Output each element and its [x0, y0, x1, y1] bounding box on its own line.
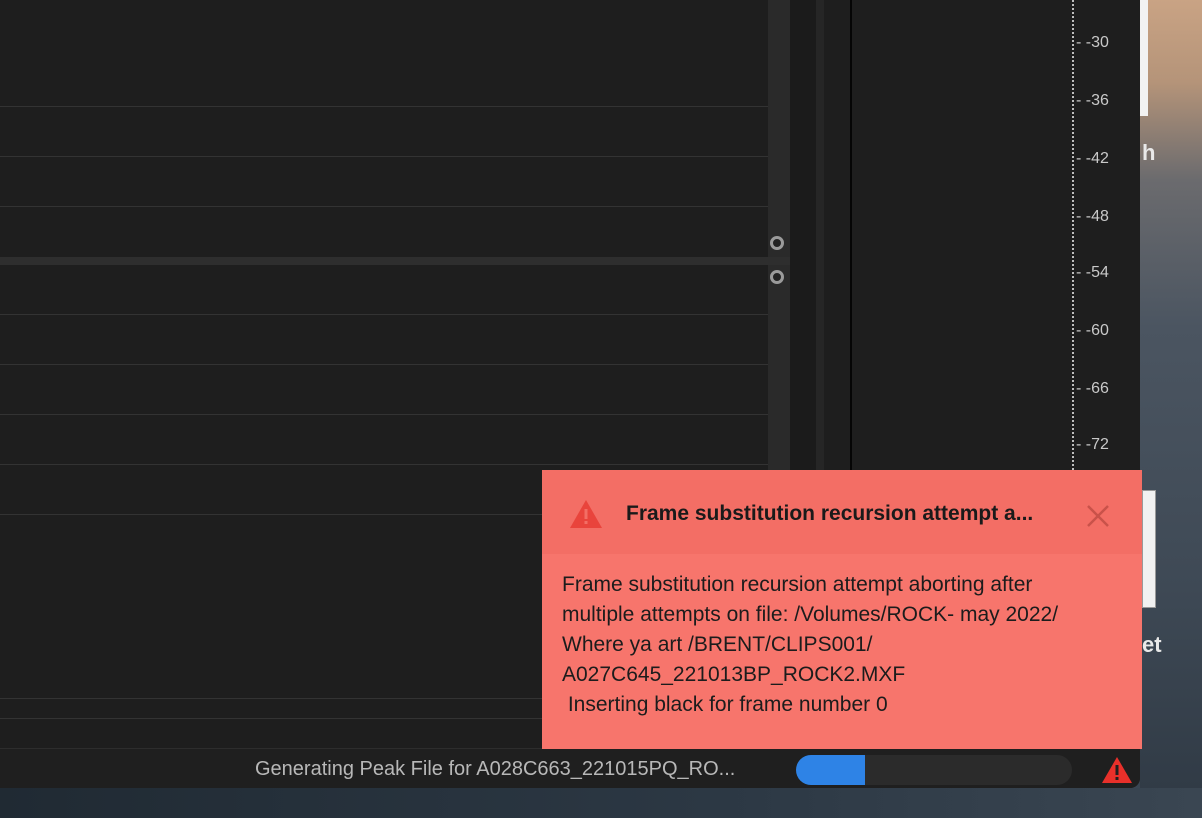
- scroll-zoom-handle-top[interactable]: [770, 236, 784, 250]
- track-separator: [0, 364, 768, 365]
- notification-title: Frame substitution recursion attempt a..…: [626, 502, 1034, 525]
- status-bar: Generating Peak File for A028C663_221015…: [0, 748, 1140, 788]
- meter-label-db: - -72: [1076, 436, 1109, 453]
- message-line: Inserting black for frame number 0: [562, 693, 888, 716]
- track-separator: [0, 206, 768, 207]
- track-separator: [0, 314, 768, 315]
- desktop-wallpaper-bottom: [0, 788, 1202, 818]
- progress-fill: [796, 755, 865, 785]
- message-line: Where ya art /BRENT/CLIPS001/: [562, 633, 873, 656]
- message-line: multiple attempts on file: /Volumes/ROCK…: [562, 603, 1059, 626]
- close-icon[interactable]: [1084, 502, 1112, 530]
- status-message: Generating Peak File for A028C663_221015…: [255, 758, 736, 780]
- desktop-window-edge-2: [1142, 490, 1156, 608]
- meter-label-db: - -54: [1076, 264, 1109, 281]
- desktop-label-fragment: h: [1142, 140, 1156, 165]
- message-line: A027C645_221013BP_ROCK2.MXF: [562, 663, 906, 686]
- desktop-wallpaper: [1140, 0, 1202, 818]
- desktop-window-edge: [1140, 0, 1148, 116]
- scroll-zoom-handle-bottom[interactable]: [770, 270, 784, 284]
- meter-label-db: - -66: [1076, 380, 1109, 397]
- message-line: Frame substitution recursion attempt abo…: [562, 573, 1033, 596]
- track-separator: [0, 106, 768, 107]
- alert-icon: [570, 500, 602, 528]
- meter-label-db: - -60: [1076, 322, 1109, 339]
- meter-label-db: - -36: [1076, 92, 1109, 109]
- track-separator: [0, 156, 768, 157]
- track-separator: [0, 414, 768, 415]
- audio-meter-scale: [1072, 0, 1076, 470]
- notification-message: Frame substitution recursion attempt abo…: [562, 570, 1122, 720]
- peak-file-progress-bar: [796, 755, 1072, 785]
- video-audio-divider[interactable]: [0, 257, 790, 265]
- warning-icon[interactable]: [1100, 755, 1134, 785]
- meter-label-db: - -30: [1076, 34, 1109, 51]
- error-notification[interactable]: Frame substitution recursion attempt a..…: [542, 470, 1142, 749]
- meter-label-db: - -48: [1076, 208, 1109, 225]
- desktop-label-fragment-2: et: [1142, 632, 1162, 657]
- notification-header: Frame substitution recursion attempt a..…: [542, 470, 1142, 554]
- meter-label-db: - -42: [1076, 150, 1109, 167]
- track-separator: [0, 464, 768, 465]
